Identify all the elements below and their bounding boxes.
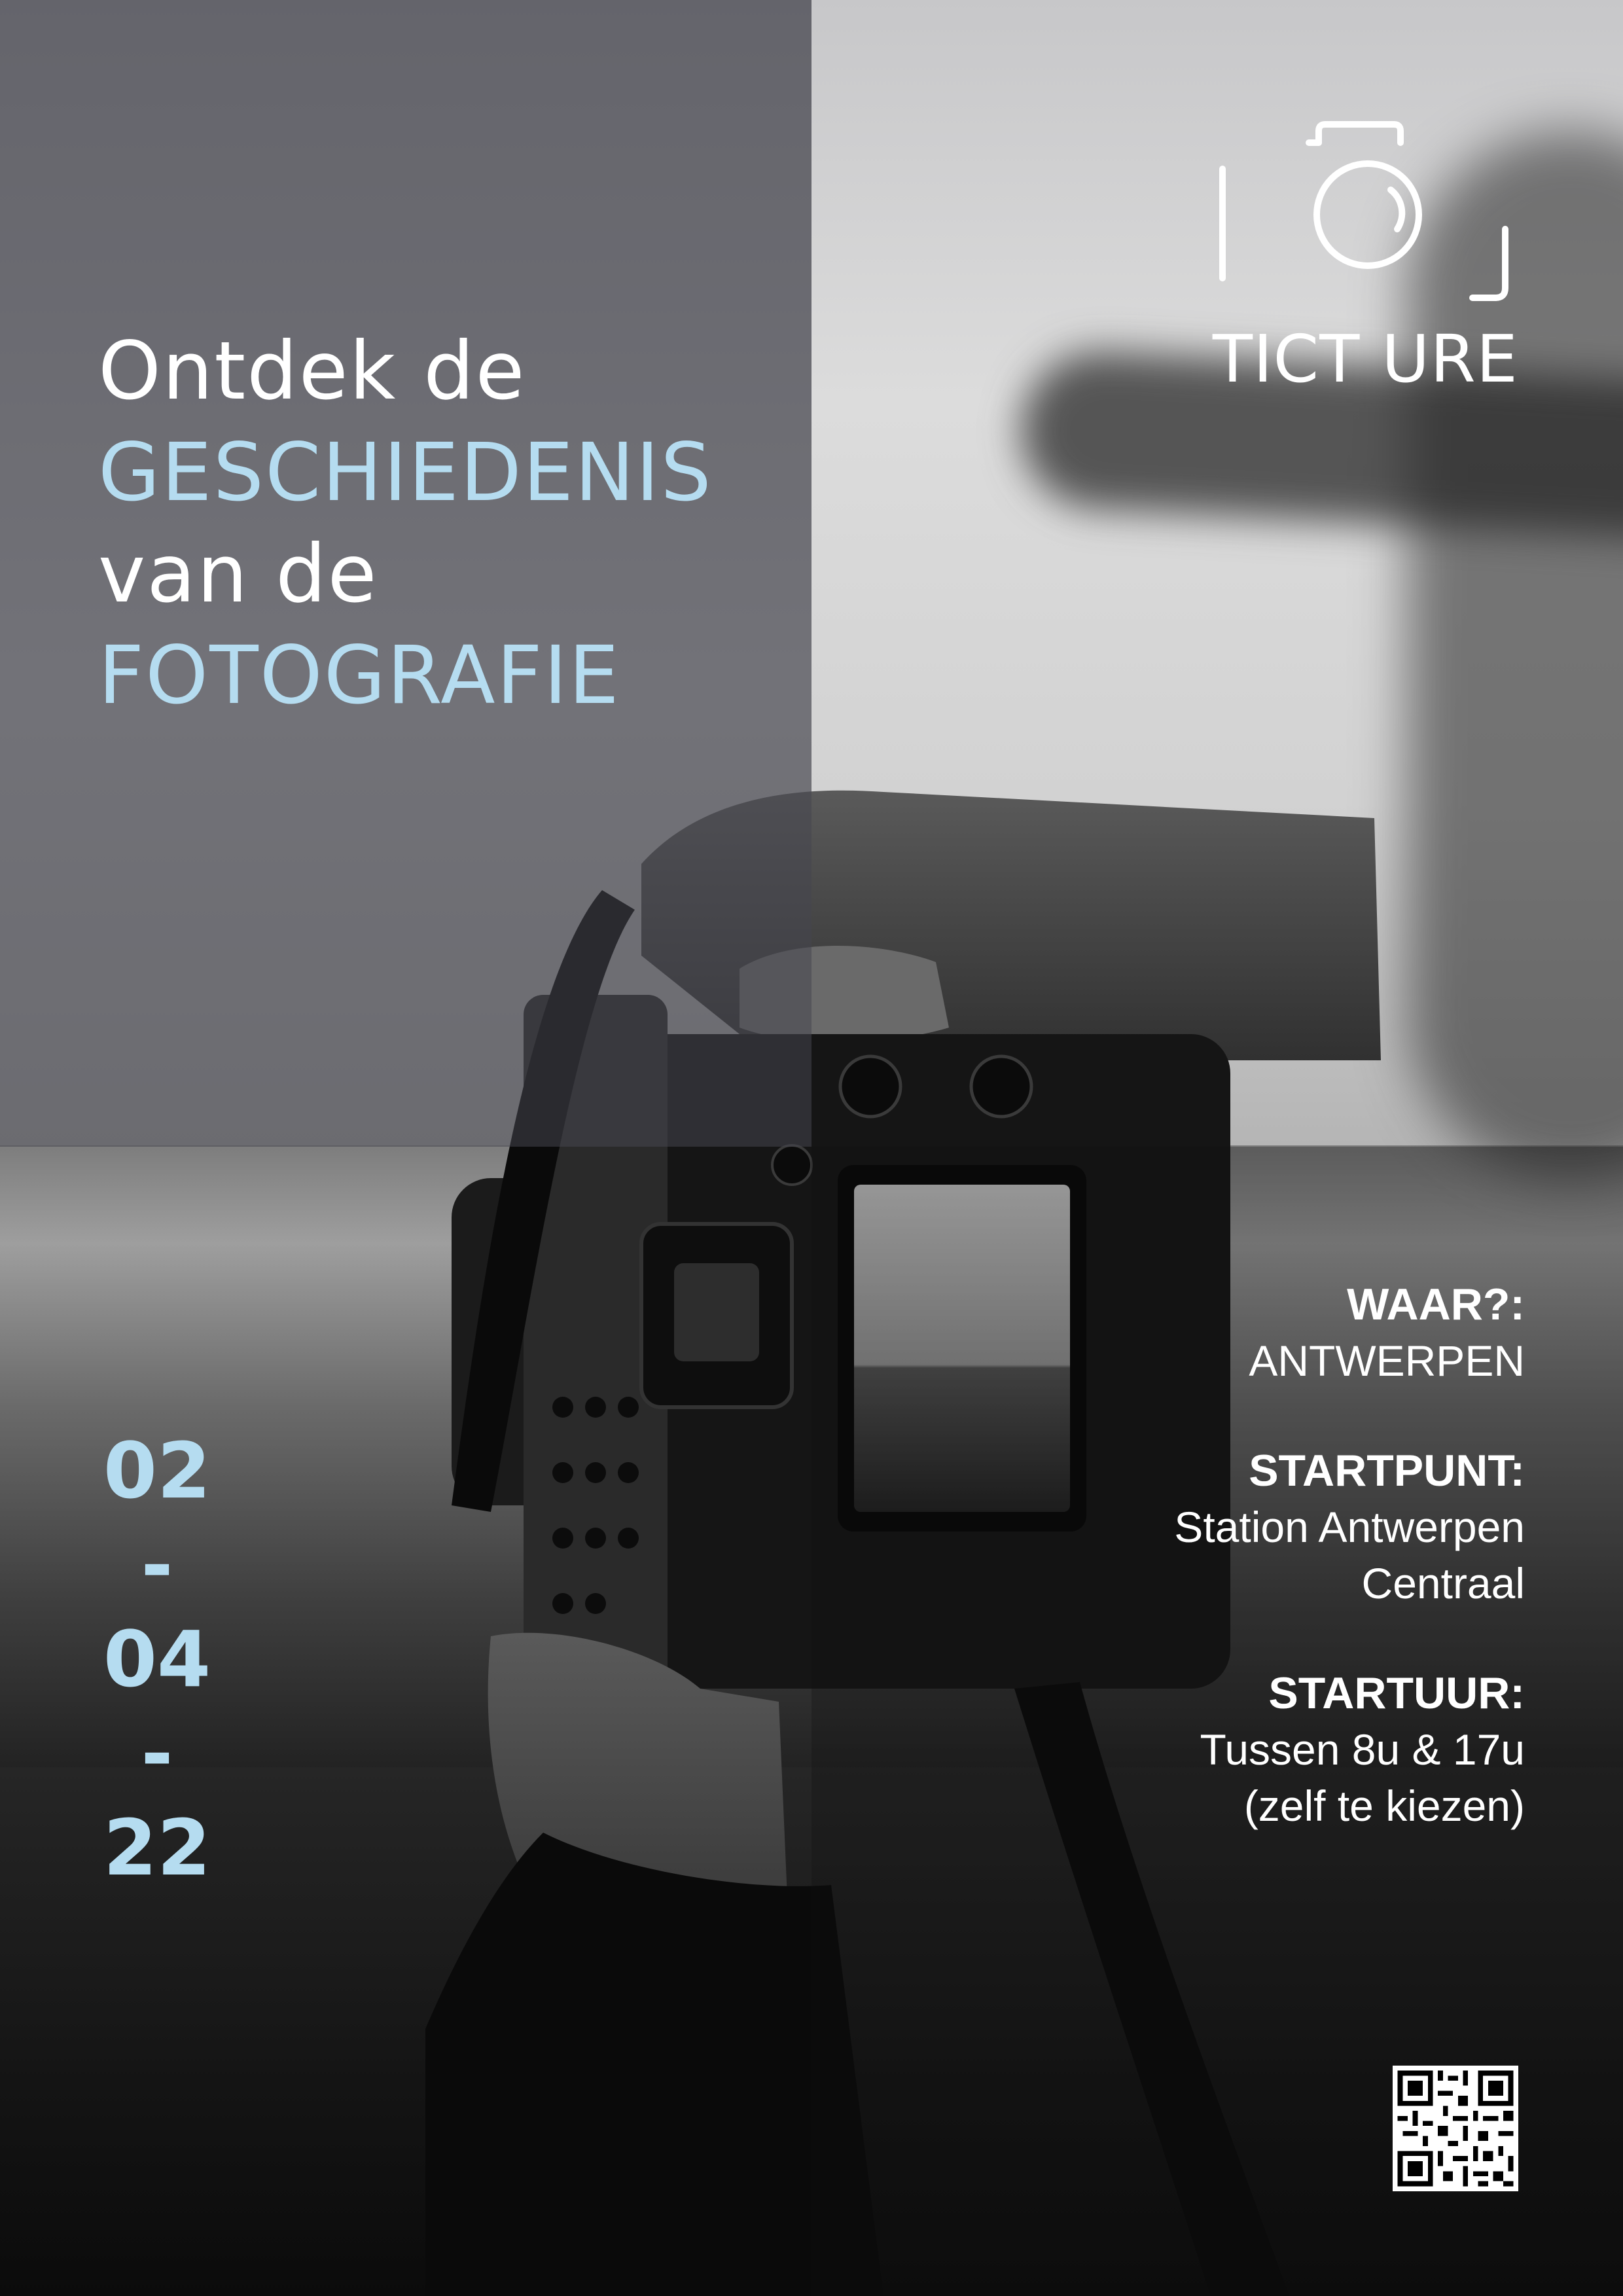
viewfinder-eyepiece [674,1263,759,1361]
date-year: 22 [103,1803,211,1893]
time-value-1: Tussen 8u & 17u [1200,1725,1525,1774]
time-value-2: (zelf te kiezen) [1243,1782,1525,1830]
brand-name: TICT URE [1212,321,1518,397]
headline-line-2: GESCHIEDENIS [98,426,713,519]
date-month: 04 [103,1614,211,1704]
headline-line-3: van de [98,528,378,620]
dial-2 [969,1054,1033,1119]
where-label: WAAR?: [1347,1280,1525,1329]
date-separator: - [141,1708,173,1799]
date-day: 02 [103,1426,211,1516]
dial-3 [771,1144,813,1186]
qr-code-icon[interactable] [1393,2066,1518,2191]
start-value-2: Centraal [1361,1559,1525,1607]
dial-1 [838,1054,902,1119]
event-date: 02 - 04 - 22 [79,1424,236,1895]
start-value-1: Station Antwerpen [1174,1503,1525,1551]
headline-line-4: FOTOGRAFIE [98,629,620,722]
date-separator: - [141,1520,173,1610]
poster: Ontdek de GESCHIEDENIS van de FOTOGRAFIE… [0,0,1623,2296]
event-info: WAAR?: ANTWERPEN STARTPUNT: Station Antw… [1073,1276,1525,1834]
headline: Ontdek de GESCHIEDENIS van de FOTOGRAFIE [98,321,818,726]
start-label: STARTPUNT: [1249,1446,1525,1496]
time-label: STARTUUR: [1268,1668,1525,1718]
where-value: ANTWERPEN [1249,1336,1525,1385]
headline-line-1: Ontdek de [98,325,526,418]
